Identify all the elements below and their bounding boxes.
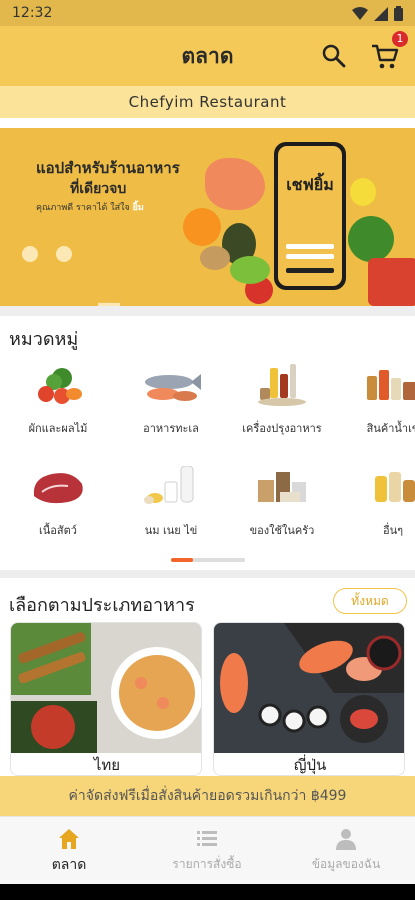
category-label: เนื้อสัตว์ bbox=[39, 524, 77, 537]
wifi-icon bbox=[352, 7, 368, 20]
potato-illustration bbox=[200, 246, 230, 270]
cuisine-label: ญี่ปุ่น bbox=[214, 753, 404, 775]
nav-orders[interactable]: รายการสั่งซื้อ bbox=[138, 817, 276, 885]
nav-market[interactable]: ตลาด bbox=[0, 817, 138, 885]
phone-screen: เชฟยิ้ม bbox=[278, 146, 342, 286]
category-label: ของใช้ในครัว bbox=[249, 524, 315, 537]
nav-profile-label: ข้อมูลของฉัน bbox=[311, 857, 381, 871]
app-phone-illustration: เชฟยิ้ม bbox=[274, 142, 346, 290]
page-title: ตลาด bbox=[181, 44, 234, 68]
section-divider bbox=[0, 306, 415, 316]
cuisine-label: ไทย bbox=[11, 753, 201, 775]
vegetables-icon bbox=[38, 368, 82, 404]
bottom-nav: ตลาด รายการสั่งซื้อ ข้อมูลของฉัน bbox=[0, 816, 415, 884]
restaurant-name-bar[interactable]: Chefyim Restaurant bbox=[0, 86, 415, 118]
category-label: ผักและผลไม้ bbox=[28, 422, 88, 435]
view-all-button[interactable]: ทั้งหมด bbox=[333, 588, 407, 614]
promo-banner[interactable]: แอปสำหรับร้านอาหาร ที่เดียวจบ คุณภาพดี ร… bbox=[0, 128, 415, 306]
home-icon bbox=[59, 829, 79, 849]
cart-icon[interactable] bbox=[370, 42, 400, 72]
status-bar: 12:32 bbox=[0, 0, 415, 26]
cuisine-card-japanese[interactable]: ญี่ปุ่น bbox=[213, 622, 405, 776]
phone-input-line bbox=[286, 244, 334, 249]
orange-illustration bbox=[183, 208, 221, 246]
banner-tagline: คุณภาพดี ราคาได้ ใส่ใจ ยิ้ม bbox=[36, 200, 144, 214]
banner-title: แอปสำหรับร้านอาหาร bbox=[36, 159, 180, 177]
meat-icon bbox=[33, 473, 83, 504]
category-page-indicator-active bbox=[171, 558, 193, 562]
profile-icon bbox=[336, 829, 356, 850]
categories-title: หมวดหมู่ bbox=[9, 329, 79, 350]
others-icon bbox=[375, 472, 415, 502]
banner-tagline-text: คุณภาพดี ราคาได้ ใส่ใจ bbox=[36, 203, 130, 213]
imported-goods-icon bbox=[367, 370, 415, 400]
seasoning-icon bbox=[258, 364, 306, 406]
status-time: 12:32 bbox=[12, 5, 53, 21]
app-header: ตลาด 1 bbox=[0, 26, 415, 86]
category-label: อื่นๆ bbox=[382, 524, 404, 537]
system-gesture-bar bbox=[0, 884, 415, 900]
phone-button-line bbox=[286, 268, 334, 273]
nav-profile[interactable]: ข้อมูลของฉัน bbox=[277, 817, 415, 885]
category-label: สินค้าน้ำเข้ bbox=[366, 422, 415, 435]
bag-illustration bbox=[368, 258, 415, 306]
category-label: อาหารทะเล bbox=[143, 422, 199, 435]
app-logo-text: เชฟยิ้ม bbox=[286, 175, 334, 194]
japanese-food-image bbox=[214, 623, 404, 753]
category-label: นม เนย ไข่ bbox=[144, 524, 198, 537]
cart-count-badge: 1 bbox=[392, 31, 408, 47]
lemon-illustration bbox=[350, 178, 376, 206]
free-delivery-notice: ค่าจัดส่งฟรีเมื่อสั่งสินค้ายอดรวมเกินกว่… bbox=[0, 776, 415, 816]
smile-eye-right bbox=[56, 246, 72, 262]
section-divider bbox=[0, 570, 415, 578]
battery-icon bbox=[394, 6, 403, 21]
cuisine-title: เลือกตามประเภทอาหาร bbox=[9, 595, 195, 616]
phone-input-line bbox=[286, 254, 334, 259]
greens-illustration bbox=[348, 216, 394, 262]
dairy-icon bbox=[144, 466, 194, 504]
search-icon[interactable] bbox=[320, 42, 348, 70]
kitchen-supplies-icon bbox=[258, 472, 306, 502]
nav-orders-label: รายการสั่งซื้อ bbox=[172, 857, 242, 871]
category-label: เครื่องปรุงอาหาร bbox=[242, 422, 322, 435]
banner-subtitle: ที่เดียวจบ bbox=[70, 181, 127, 197]
lettuce-illustration bbox=[230, 256, 270, 284]
nav-market-label: ตลาด bbox=[51, 857, 87, 873]
seafood-icon bbox=[145, 374, 201, 401]
thai-food-image bbox=[11, 623, 201, 753]
banner-tagline-highlight: ยิ้ม bbox=[132, 203, 144, 213]
smile-eye-left bbox=[22, 246, 38, 262]
salmon-illustration bbox=[205, 158, 265, 210]
status-icons bbox=[352, 6, 403, 21]
signal-icon bbox=[374, 6, 388, 21]
cuisine-card-thai[interactable]: ไทย bbox=[10, 622, 202, 776]
orders-list-icon bbox=[197, 831, 217, 846]
